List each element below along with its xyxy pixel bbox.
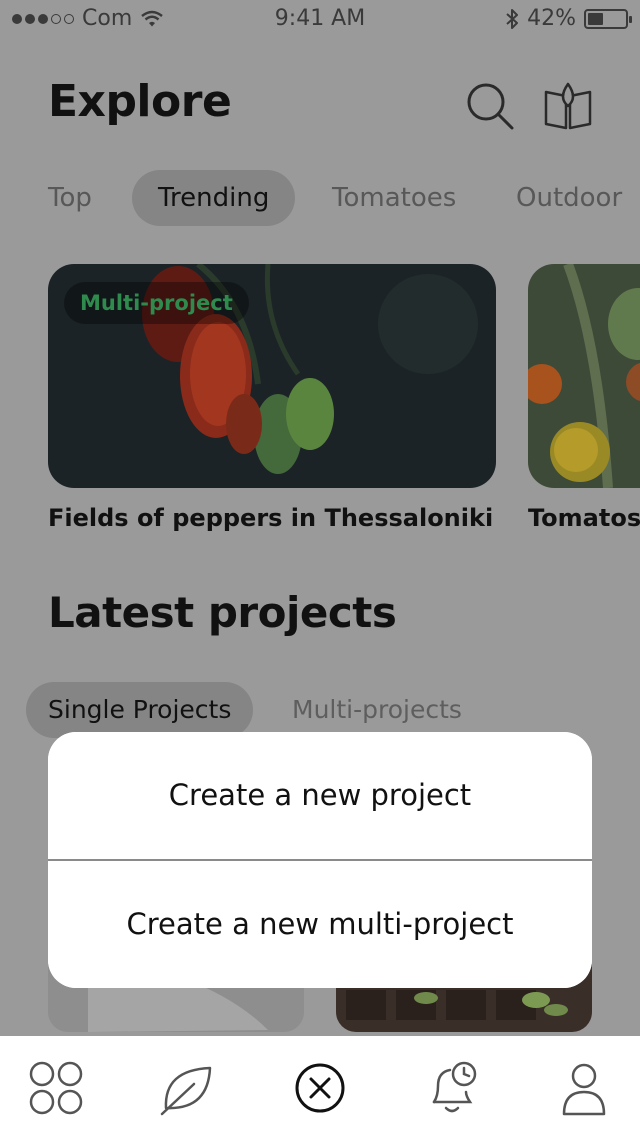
status-bar: Com 9:41 AM 42% bbox=[0, 0, 640, 40]
leaf-icon[interactable] bbox=[158, 1058, 218, 1118]
tomatos-photo bbox=[528, 264, 640, 488]
tab-top[interactable]: Top bbox=[48, 170, 92, 226]
tab-single-projects[interactable]: Single Projects bbox=[26, 682, 254, 738]
bell-clock-icon[interactable] bbox=[422, 1058, 482, 1118]
tab-outdoor[interactable]: Outdoor bbox=[516, 170, 622, 226]
card-title-tomatos[interactable]: Tomatos bbox=[528, 504, 640, 532]
tab-multi-projects[interactable]: Multi-projects bbox=[292, 682, 462, 738]
bottom-nav bbox=[0, 1036, 640, 1136]
create-multi-project-button[interactable]: Create a new multi-project bbox=[48, 861, 592, 988]
create-project-button[interactable]: Create a new project bbox=[48, 732, 592, 859]
latest-projects-title: Latest projects bbox=[48, 588, 397, 637]
battery-percent: 42% bbox=[527, 6, 576, 31]
book-leaf-icon[interactable] bbox=[542, 80, 594, 132]
multi-project-badge: Multi-project bbox=[64, 282, 249, 324]
profile-icon[interactable] bbox=[554, 1058, 614, 1118]
battery-group: 42% bbox=[505, 6, 632, 31]
page-title: Explore bbox=[48, 76, 232, 127]
close-circle-icon[interactable] bbox=[290, 1058, 350, 1118]
tab-tomatoes[interactable]: Tomatoes bbox=[332, 170, 456, 226]
grid-icon[interactable] bbox=[26, 1058, 86, 1118]
search-icon[interactable] bbox=[464, 80, 516, 132]
card-image-peppers[interactable]: Multi-project bbox=[48, 264, 496, 488]
battery-icon bbox=[584, 8, 632, 29]
category-tabs: Top Trending Tomatoes Outdoor bbox=[0, 170, 640, 226]
action-sheet: Create a new project Create a new multi-… bbox=[48, 732, 592, 988]
card-image-tomatos[interactable] bbox=[528, 264, 640, 488]
card-title-peppers[interactable]: Fields of peppers in Thessaloniki bbox=[48, 504, 493, 532]
tab-trending[interactable]: Trending bbox=[132, 170, 296, 226]
bluetooth-icon bbox=[506, 8, 519, 29]
battery-level bbox=[588, 12, 604, 25]
